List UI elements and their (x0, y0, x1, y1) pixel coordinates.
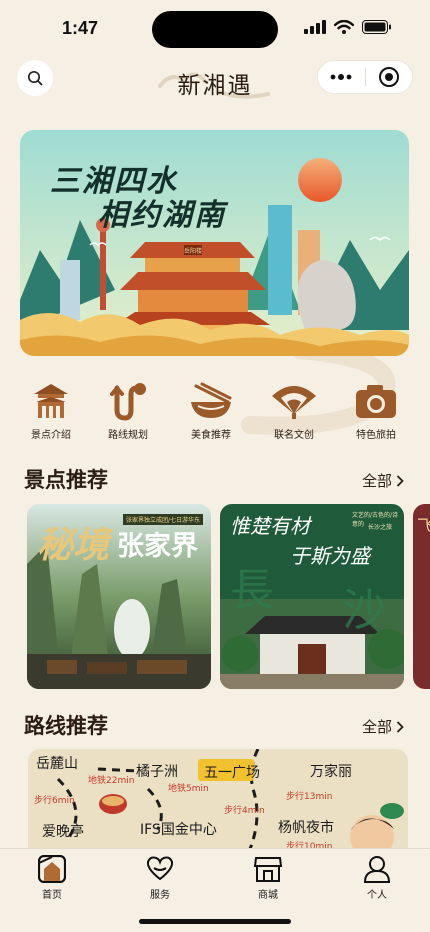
spot-tag: 张家界独立成团/七日游华东 (123, 514, 204, 525)
category-label: 特色旅拍 (356, 430, 396, 441)
route-stop: 杨帆夜市 (278, 820, 334, 836)
camera-icon (356, 385, 396, 418)
route-stop: 爱晚亭 (42, 824, 84, 840)
tab-label: 商城 (258, 890, 278, 901)
hero-banner[interactable]: 岳阳楼 三湘四水 相约湖南 (20, 130, 409, 356)
chevron-right-icon (396, 474, 404, 487)
close-button[interactable] (366, 61, 413, 93)
category-attractions[interactable]: 景点介绍 (11, 380, 91, 441)
home-indicator (139, 919, 291, 924)
routes-section-title: 路线推荐 (24, 713, 108, 738)
spot-title-a: 飞 (417, 516, 430, 535)
spot-bg-left: 長 (230, 565, 274, 616)
spots-carousel[interactable]: 秘境 张家界 张家界独立成团/七日游华东 長 沙 惟楚有材 于斯为盛 文艺的/古… (0, 504, 430, 690)
category-merch[interactable]: 联名文创 (254, 380, 334, 441)
category-row: 景点介绍 路线规划 美食推荐 联名文创 特色旅拍 (0, 380, 430, 442)
category-label: 景点介绍 (31, 430, 71, 441)
spot-title-a: 惟楚有材 (230, 514, 310, 538)
route-leg: 地铁5min (168, 784, 209, 794)
more-label: 全部 (361, 472, 392, 490)
category-label: 美食推荐 (191, 430, 231, 441)
battery-icon (362, 20, 391, 34)
route-stop: 岳麓山 (36, 756, 78, 772)
spots-section-title: 景点推荐 (24, 467, 108, 492)
spot-card-changsha[interactable]: 長 沙 惟楚有材 于斯为盛 文艺的/古色的/诗意的 长沙之旅 (220, 504, 404, 689)
status-icons (304, 20, 392, 34)
shop-icon (253, 857, 283, 882)
bowl-icon (191, 382, 232, 418)
spot-tag-b: 长沙之旅 (368, 524, 393, 531)
category-food[interactable]: 美食推荐 (171, 380, 251, 441)
category-label: 联名文创 (274, 430, 314, 441)
tab-home[interactable]: 首页 (22, 855, 82, 901)
route-stop: IFS国金中心 (140, 822, 217, 838)
spot-card-partial[interactable]: 飞 (413, 504, 430, 689)
chevron-right-icon (396, 720, 404, 733)
tab-label: 个人 (367, 890, 387, 901)
more-label: 全部 (361, 718, 392, 736)
routes-more-link[interactable]: 全部 (362, 716, 404, 737)
spot-card-zhangjiajie[interactable]: 秘境 张家界 张家界独立成团/七日游华东 (27, 504, 211, 689)
pavilion-icon (34, 384, 68, 418)
more-dots-icon (330, 74, 352, 80)
spot-bg-right: 沙 (342, 585, 386, 636)
target-circle-icon (378, 67, 399, 87)
signal-icon (304, 20, 326, 34)
top-bar: 新湘遇 (0, 58, 430, 102)
more-button[interactable] (318, 61, 365, 93)
mini-program-capsule (317, 60, 413, 94)
dynamic-island (152, 11, 278, 48)
tab-shop[interactable]: 商城 (238, 855, 298, 901)
wifi-icon (334, 20, 354, 34)
route-leg: 地铁22min (88, 776, 135, 786)
route-stop: 万家丽 (310, 764, 352, 780)
route-icon (110, 383, 146, 421)
route-leg: 步行6min (34, 796, 75, 806)
banner-title-line2: 相约湖南 (98, 198, 226, 233)
route-stop: 五一广场 (204, 765, 260, 781)
spots-section-header: 景点推荐 全部 (0, 464, 430, 498)
route-stop: 橘子洲 (136, 764, 178, 780)
status-time: 1:47 (62, 18, 99, 38)
routes-section-header: 路线推荐 全部 (0, 710, 430, 744)
category-photo[interactable]: 特色旅拍 (336, 380, 416, 441)
category-label: 路线规划 (108, 430, 148, 441)
home-icon (38, 855, 66, 883)
user-icon (363, 856, 391, 883)
route-map-card[interactable]: 岳麓山 橘子洲 五一广场 万家丽 爱晚亭 IFS国金中心 杨帆夜市 地铁22mi… (28, 749, 408, 854)
tab-profile[interactable]: 个人 (347, 855, 407, 901)
status-bar: 1:47 (0, 0, 430, 58)
spot-title-a: 秘境 (37, 524, 110, 566)
service-icon (146, 856, 174, 881)
spots-more-link[interactable]: 全部 (362, 470, 404, 491)
tab-service[interactable]: 服务 (130, 855, 190, 901)
fan-icon (272, 386, 316, 419)
tab-label: 服务 (150, 890, 170, 901)
spot-title-b: 于斯为盛 (290, 544, 370, 568)
spot-title-b: 张家界 (117, 531, 198, 562)
route-leg: 步行13min (286, 792, 333, 802)
pavilion-sign: 岳阳楼 (184, 247, 202, 255)
tab-label: 首页 (42, 890, 62, 901)
category-routes[interactable]: 路线规划 (88, 380, 168, 441)
route-leg: 步行4min (224, 806, 265, 816)
